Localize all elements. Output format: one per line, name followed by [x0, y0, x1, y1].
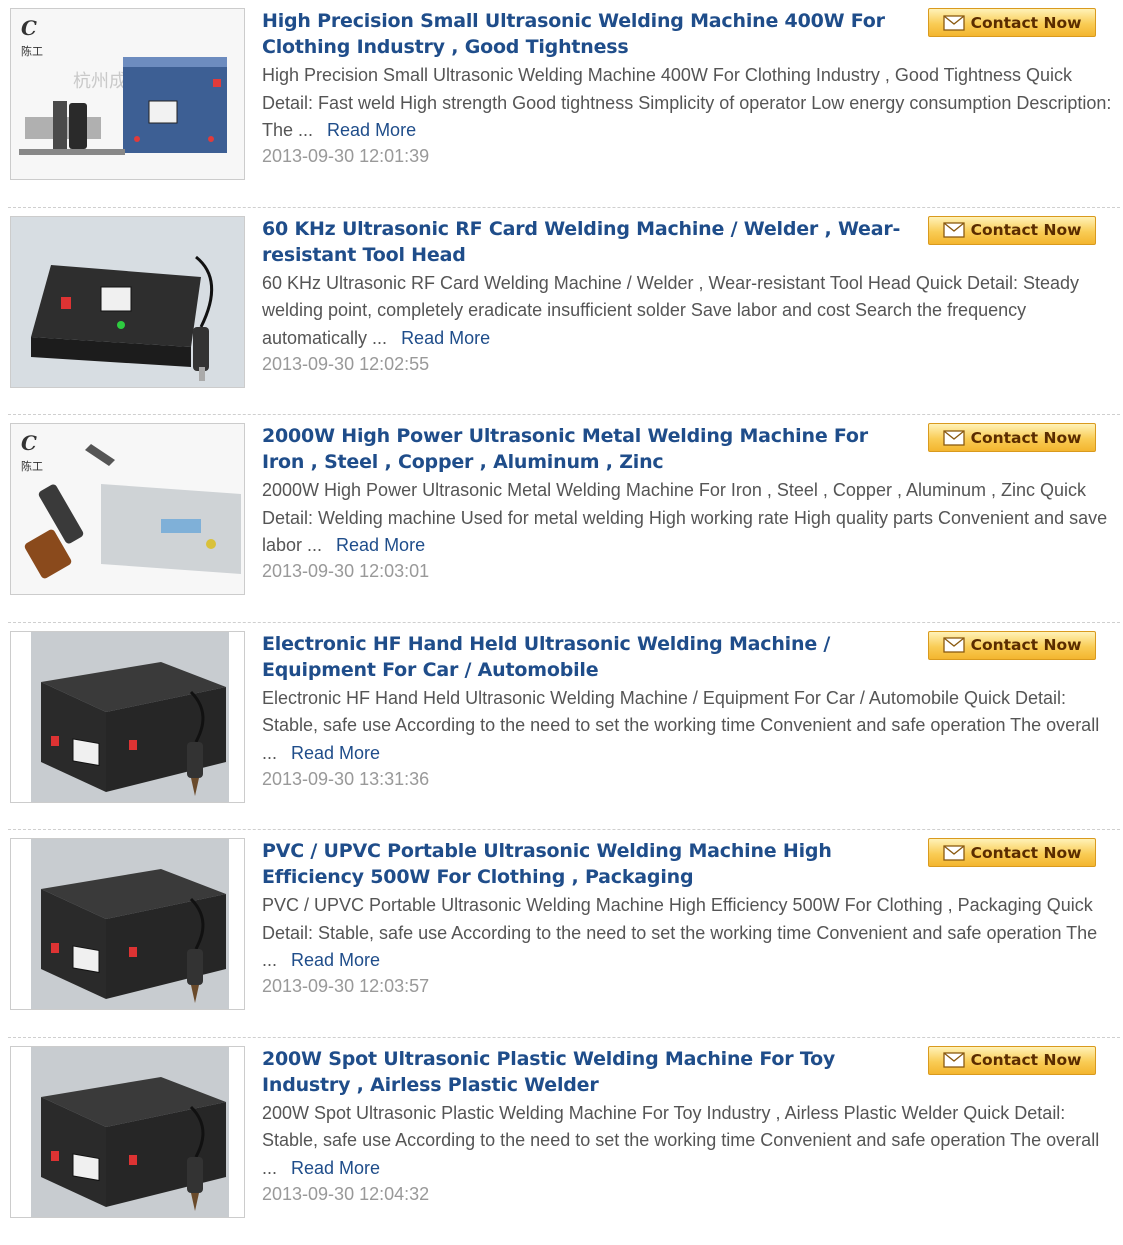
- logo-text: 陈工: [21, 44, 43, 58]
- product-description: 200W Spot Ultrasonic Plastic Welding Mac…: [262, 1100, 1122, 1183]
- product-title[interactable]: 200W Spot Ultrasonic Plastic Welding Mac…: [262, 1046, 902, 1098]
- product-description: 2000W High Power Ultrasonic Metal Weldin…: [262, 477, 1122, 560]
- product-image[interactable]: C 陈工: [10, 423, 245, 595]
- post-date: 2013-09-30 12:02:55: [262, 354, 429, 375]
- post-date: 2013-09-30 12:03:57: [262, 976, 429, 997]
- read-more-link[interactable]: Read More: [291, 1158, 380, 1178]
- product-description: 60 KHz Ultrasonic RF Card Welding Machin…: [262, 270, 1122, 353]
- product-image[interactable]: [10, 631, 245, 803]
- contact-now-label: Contact Now: [971, 14, 1082, 32]
- product-item: 200W Spot Ultrasonic Plastic Welding Mac…: [8, 1038, 1120, 1245]
- contact-now-button[interactable]: Contact Now: [928, 631, 1096, 660]
- product-item: Electronic HF Hand Held Ultrasonic Weldi…: [8, 623, 1120, 831]
- contact-now-button[interactable]: Contact Now: [928, 216, 1096, 245]
- product-item: C 陈工 杭州成 High Precision Small Ultrasonic…: [8, 0, 1120, 208]
- product-title[interactable]: 2000W High Power Ultrasonic Metal Weldin…: [262, 423, 902, 475]
- product-title[interactable]: High Precision Small Ultrasonic Welding …: [262, 8, 902, 60]
- product-title[interactable]: 60 KHz Ultrasonic RF Card Welding Machin…: [262, 216, 902, 268]
- contact-now-button[interactable]: Contact Now: [928, 8, 1096, 37]
- product-image[interactable]: C 陈工 杭州成: [10, 8, 245, 180]
- read-more-link[interactable]: Read More: [291, 743, 380, 763]
- product-title[interactable]: PVC / UPVC Portable Ultrasonic Welding M…: [262, 838, 902, 890]
- envelope-icon: [943, 15, 965, 31]
- watermark-text: 杭州成: [73, 71, 127, 92]
- product-item: C 陈工 2000W High Power Ultrasonic Metal W…: [8, 415, 1120, 623]
- contact-now-label: Contact Now: [971, 636, 1082, 654]
- read-more-link[interactable]: Read More: [336, 535, 425, 555]
- contact-now-label: Contact Now: [971, 1051, 1082, 1069]
- product-description: High Precision Small Ultrasonic Welding …: [262, 62, 1122, 145]
- product-description: Electronic HF Hand Held Ultrasonic Weldi…: [262, 685, 1122, 768]
- product-title[interactable]: Electronic HF Hand Held Ultrasonic Weldi…: [262, 631, 902, 683]
- envelope-icon: [943, 430, 965, 446]
- product-description: PVC / UPVC Portable Ultrasonic Welding M…: [262, 892, 1122, 975]
- contact-now-button[interactable]: Contact Now: [928, 1046, 1096, 1075]
- post-date: 2013-09-30 12:01:39: [262, 146, 429, 167]
- product-item: PVC / UPVC Portable Ultrasonic Welding M…: [8, 830, 1120, 1038]
- contact-now-label: Contact Now: [971, 429, 1082, 447]
- envelope-icon: [943, 1052, 965, 1068]
- product-image[interactable]: [10, 1046, 245, 1218]
- post-date: 2013-09-30 13:31:36: [262, 769, 429, 790]
- read-more-link[interactable]: Read More: [327, 120, 416, 140]
- svg-text:C: C: [21, 16, 37, 40]
- post-date: 2013-09-30 12:04:32: [262, 1184, 429, 1205]
- product-image[interactable]: [10, 216, 245, 388]
- read-more-link[interactable]: Read More: [401, 328, 490, 348]
- envelope-icon: [943, 222, 965, 238]
- product-item: 60 KHz Ultrasonic RF Card Welding Machin…: [8, 208, 1120, 416]
- product-list: C 陈工 杭州成 High Precision Small Ultrasonic…: [0, 0, 1123, 1245]
- envelope-icon: [943, 637, 965, 653]
- read-more-link[interactable]: Read More: [291, 950, 380, 970]
- product-image[interactable]: [10, 838, 245, 1010]
- svg-text:C: C: [21, 431, 37, 455]
- contact-now-label: Contact Now: [971, 221, 1082, 239]
- contact-now-button[interactable]: Contact Now: [928, 838, 1096, 867]
- contact-now-button[interactable]: Contact Now: [928, 423, 1096, 452]
- logo-text: 陈工: [21, 459, 43, 473]
- post-date: 2013-09-30 12:03:01: [262, 561, 429, 582]
- contact-now-label: Contact Now: [971, 844, 1082, 862]
- envelope-icon: [943, 845, 965, 861]
